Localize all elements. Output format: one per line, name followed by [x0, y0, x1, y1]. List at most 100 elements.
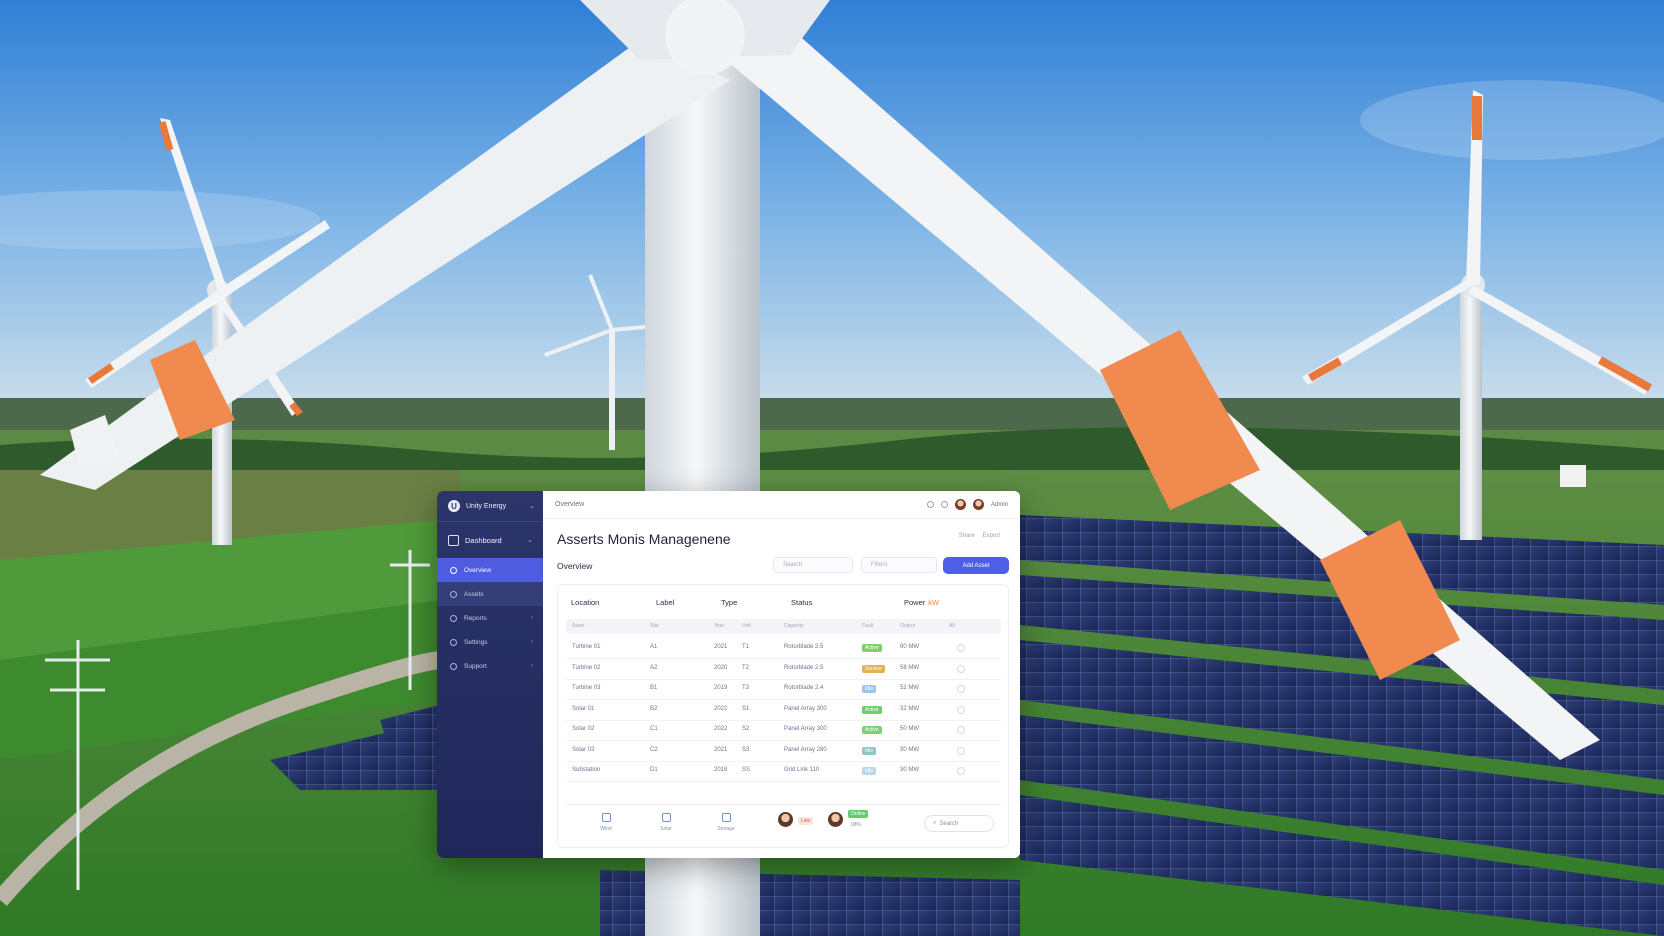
sidebar-item-label: Assets [464, 590, 484, 598]
chart-icon [450, 614, 457, 622]
user-avatar[interactable] [972, 499, 984, 510]
column-head-status[interactable]: Status [791, 598, 812, 607]
footer-item-solar[interactable]: Solar [642, 813, 690, 832]
share-button[interactable]: Share [959, 533, 975, 539]
row-select-radio[interactable] [957, 746, 965, 755]
filter-input[interactable]: Filters [861, 557, 937, 573]
header-cell: Alt [949, 623, 955, 629]
table-footer: Wind Solar Storage Live Online 98% ⌕ Sea… [566, 804, 1001, 843]
row-select-radio[interactable] [957, 664, 965, 673]
footer-item-label: Storage [717, 826, 735, 832]
table-cell: Turbine 01 [572, 644, 601, 650]
header-cell: Output [900, 623, 916, 629]
table-row[interactable]: Solar 03 C2 2021 S3 Panel Array 280 Idle 30 MW [566, 741, 1001, 762]
sidebar-item-label: Support [464, 662, 487, 670]
status-badge: Service [862, 664, 885, 673]
sidebar-item-overview[interactable]: Overview [437, 558, 543, 582]
table-row[interactable]: Substation D1 2018 SS Grid Link 110 Idle 30 MW [566, 761, 1001, 782]
add-asset-button[interactable]: Add Asset [943, 557, 1009, 574]
table-row[interactable]: Solar 02 C1 2022 S2 Panel Array 300 Active 50 … [566, 720, 1001, 741]
help-icon [450, 662, 457, 670]
column-head-type[interactable]: Type [721, 598, 737, 607]
table-cell: S2 [742, 726, 750, 732]
sidebar: U Unity Energy ⌄ Dashboard ⌄ Overview As… [437, 491, 543, 858]
table-row[interactable]: Turbine 01 A1 2021 T1 Rotorblade 2.5 Active 60… [566, 638, 1001, 659]
table-cell: 30 MW [900, 767, 920, 773]
table-cell: 2022 [714, 705, 728, 712]
footer-item-wind[interactable]: Wind [582, 813, 630, 832]
table-row[interactable]: Turbine 03 B1 2019 T3 Rotorblade 2.4 Idle 52 M… [566, 679, 1001, 700]
table-cell: 2022 [714, 726, 728, 732]
sidebar-item-assets[interactable]: Assets [437, 582, 543, 606]
brand-logo-icon: U [448, 500, 460, 512]
header-cell: Asset [572, 623, 585, 629]
table-cell: Panel Array 300 [784, 705, 827, 712]
sidebar-item-label: Reports [464, 614, 487, 622]
row-select-radio[interactable] [957, 644, 965, 652]
table-cell: T3 [742, 685, 750, 691]
brand[interactable]: U Unity Energy ⌄ [437, 491, 543, 522]
search-input[interactable]: Search [773, 557, 853, 573]
table-cell: Solar 02 [572, 726, 595, 732]
row-select-radio[interactable] [957, 767, 965, 775]
header-cell: Site [650, 623, 659, 629]
avatar[interactable] [828, 812, 843, 827]
table-cell: Rotorblade 2.4 [784, 685, 824, 691]
table-cell: C1 [650, 726, 658, 732]
column-head-power[interactable]: Power kW [904, 598, 939, 607]
table-cell: 32 MW [900, 705, 920, 712]
assets-table-card: Location Label Type Status Power kW Asset… [557, 584, 1009, 848]
footer-search-input[interactable]: ⌕ Search [924, 815, 994, 832]
table-cell: 2021 [714, 644, 728, 650]
sidebar-item-reports[interactable]: Reports › [437, 606, 543, 630]
breadcrumb[interactable]: Overview [555, 501, 584, 508]
search-icon[interactable] [926, 501, 934, 508]
table-cell: 2019 [714, 685, 728, 691]
avatar[interactable] [954, 499, 966, 510]
table-cell: B2 [650, 705, 658, 712]
dashboard-label: Dashboard [465, 535, 502, 545]
table-cell: A1 [650, 644, 658, 650]
chevron-right-icon: › [531, 615, 533, 621]
status-badge: Idle [862, 767, 877, 775]
table-row[interactable]: Turbine 02 A2 2020 T2 Rotorblade 2.5 Service 5… [566, 659, 1001, 680]
settings-icon [450, 638, 457, 646]
sidebar-dashboard-header[interactable]: Dashboard ⌄ [437, 522, 543, 558]
status-badge: Idle [862, 746, 877, 755]
sidebar-item-label: Overview [464, 566, 492, 574]
table-cell: C2 [650, 746, 658, 753]
table-cell: A2 [650, 664, 658, 671]
footer-search-placeholder: Search [939, 820, 959, 827]
table-header: Asset Site Year Unit Capacity Fault Outp… [566, 619, 1001, 634]
column-head-location[interactable]: Location [571, 598, 599, 607]
power-unit: kW [928, 598, 940, 607]
table-cell: S3 [742, 746, 750, 753]
row-select-radio[interactable] [957, 705, 965, 714]
table-cell: 60 MW [900, 644, 920, 650]
table-cell: Turbine 03 [572, 685, 601, 691]
sidebar-item-support[interactable]: Support › [437, 654, 543, 678]
export-button[interactable]: Export [983, 533, 1000, 539]
storage-icon [721, 813, 731, 822]
power-label: Power [904, 598, 926, 607]
table-cell: 2021 [714, 746, 728, 753]
header-cell: Capacity [784, 623, 804, 629]
chevron-down-icon: ⌄ [529, 503, 535, 510]
table-cell: 58 MW [900, 664, 920, 671]
header-cell: Fault [862, 623, 874, 629]
asset-icon [450, 590, 457, 598]
column-head-label[interactable]: Label [656, 598, 674, 607]
table-cell: B1 [650, 685, 658, 691]
avatar[interactable] [778, 812, 793, 827]
bell-icon[interactable] [940, 501, 948, 508]
sidebar-item-settings[interactable]: Settings › [437, 630, 543, 654]
row-select-radio[interactable] [957, 685, 965, 693]
row-select-radio[interactable] [957, 726, 965, 734]
solar-icon [661, 813, 671, 822]
brand-name: Unity Energy [466, 502, 507, 510]
footer-item-storage[interactable]: Storage [702, 813, 750, 832]
table-row[interactable]: Solar 01 B2 2022 S1 Panel Array 300 Active 32 … [566, 700, 1001, 721]
table-cell: Turbine 02 [572, 664, 601, 671]
asset-management-dashboard: U Unity Energy ⌄ Dashboard ⌄ Overview As… [437, 491, 1020, 858]
username[interactable]: Admin [991, 502, 1008, 508]
